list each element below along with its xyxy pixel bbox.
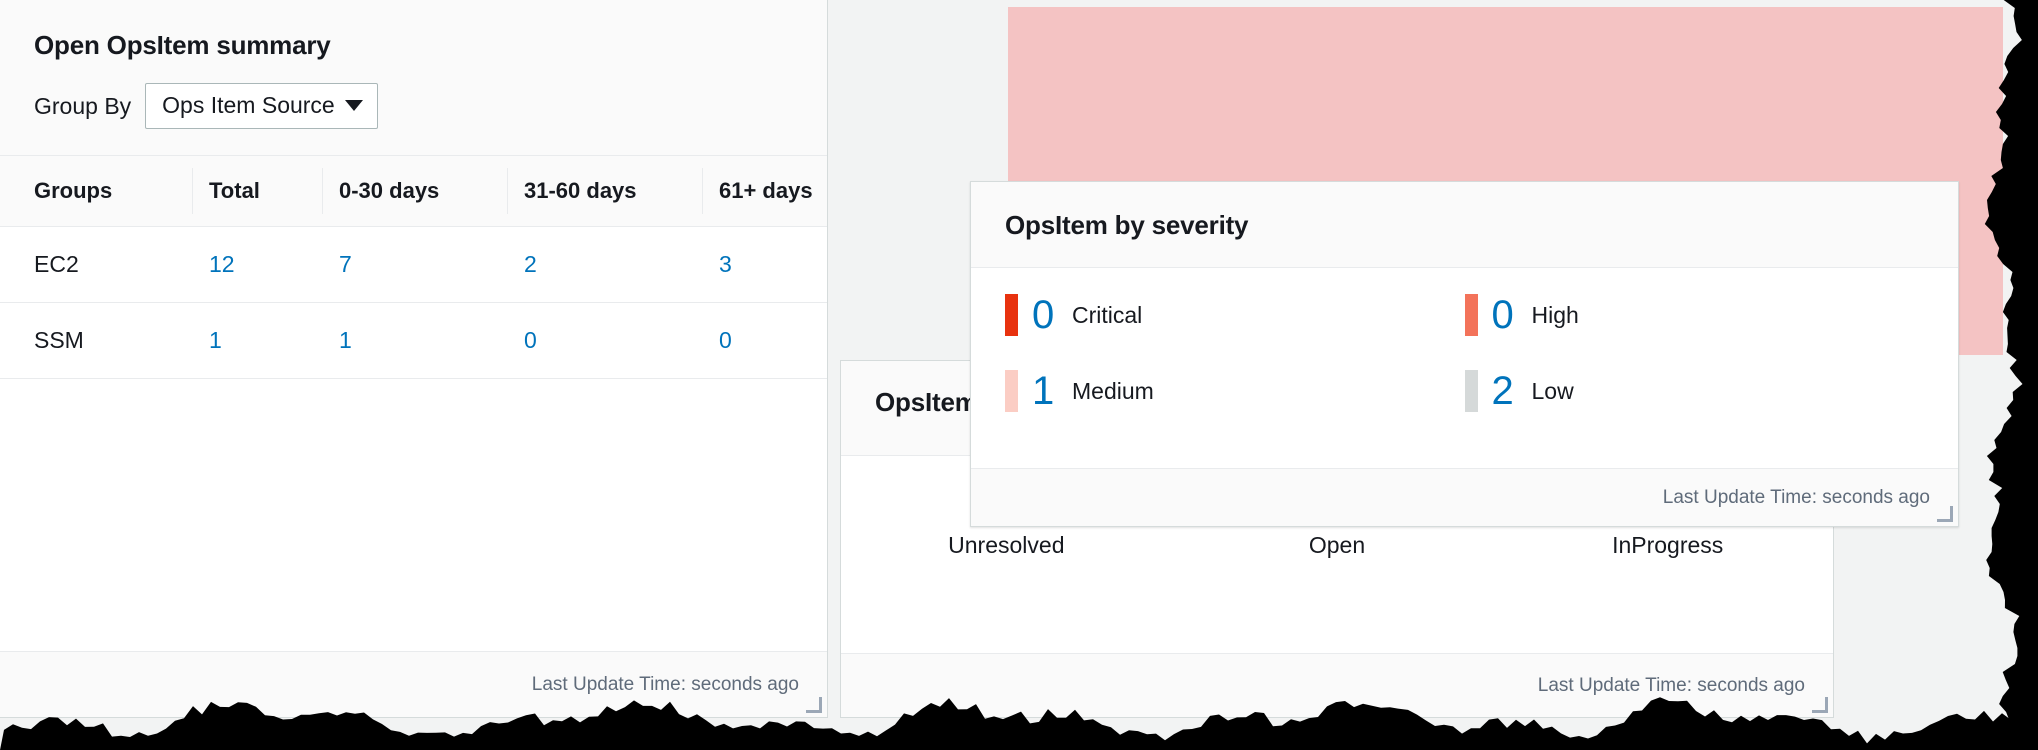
severity-color-bar-critical — [1005, 294, 1018, 336]
status-card-footer: Last Update Time: seconds ago — [841, 653, 1833, 717]
table-row: SSM 1 1 0 0 — [0, 302, 827, 379]
table-header-row: Groups Total 0-30 days 31-60 days 61+ da… — [0, 156, 827, 227]
severity-color-bar-medium — [1005, 370, 1018, 412]
cell-0-30-days[interactable]: 7 — [339, 226, 524, 303]
stat-label: Open — [1308, 532, 1366, 558]
cell-31-60-days[interactable]: 0 — [524, 302, 719, 379]
cell-61-plus-days[interactable]: 3 — [719, 226, 827, 303]
group-by-row: Group By Ops Item Source — [34, 83, 793, 129]
severity-label-critical: Critical — [1072, 301, 1143, 328]
column-header-groups: Groups — [0, 156, 209, 227]
severity-count-high: 0 — [1491, 293, 1514, 337]
cell-31-60-days[interactable]: 2 — [524, 226, 719, 303]
severity-item-critical[interactable]: 0 Critical — [1005, 294, 1465, 336]
severity-card-body: 0 Critical 0 High 1 Medium 2 Low — [971, 268, 1958, 468]
severity-count-low: 2 — [1491, 369, 1514, 413]
open-opsitem-summary-card: Open OpsItem summary Group By Ops Item S… — [0, 0, 828, 718]
severity-label-low: Low — [1531, 377, 1574, 404]
column-header-total: Total — [192, 156, 339, 227]
group-by-select[interactable]: Ops Item Source — [145, 83, 378, 129]
severity-label-medium: Medium — [1072, 377, 1154, 404]
column-header-0-30-days: 0-30 days — [322, 156, 524, 227]
severity-card-footer: Last Update Time: seconds ago — [971, 468, 1958, 526]
chevron-down-icon — [344, 100, 363, 111]
severity-card-header: OpsItem by severity — [971, 182, 1958, 268]
opsitem-by-severity-card: OpsItem by severity 0 Critical 0 High 1 … — [970, 181, 1959, 527]
opsitem-summary-table: Groups Total 0-30 days 31-60 days 61+ da… — [0, 156, 827, 379]
dashboard-root: Open OpsItem summary Group By Ops Item S… — [0, 0, 2038, 750]
summary-table-body: Groups Total 0-30 days 31-60 days 61+ da… — [0, 156, 827, 651]
cell-total[interactable]: 12 — [209, 226, 339, 303]
last-update-time: Last Update Time: seconds ago — [1537, 674, 1805, 696]
group-by-selected-value: Ops Item Source — [162, 92, 335, 118]
stat-label: Unresolved — [948, 532, 1065, 558]
summary-card-header: Open OpsItem summary Group By Ops Item S… — [0, 0, 827, 156]
cell-0-30-days[interactable]: 1 — [339, 302, 524, 379]
severity-item-high[interactable]: 0 High — [1464, 293, 1925, 337]
severity-item-medium[interactable]: 1 Medium — [1005, 370, 1465, 412]
page-title: Open OpsItem summary — [34, 30, 331, 60]
resize-handle-icon[interactable] — [806, 697, 822, 713]
last-update-time: Last Update Time: seconds ago — [1662, 486, 1930, 508]
severity-label-high: High — [1531, 301, 1579, 328]
table-row: EC2 12 7 2 3 — [0, 226, 827, 303]
cell-group-name: EC2 — [0, 226, 209, 303]
severity-color-bar-low — [1464, 370, 1478, 412]
column-header-31-60-days: 31-60 days — [507, 156, 719, 227]
severity-item-low[interactable]: 2 Low — [1464, 369, 1925, 413]
severity-card-title: OpsItem by severity — [1005, 210, 1249, 240]
cell-group-name: SSM — [0, 302, 209, 379]
summary-card-footer: Last Update Time: seconds ago — [0, 651, 827, 717]
severity-count-critical: 0 — [1032, 293, 1055, 337]
column-header-61-plus-days: 61+ days — [702, 156, 827, 227]
resize-handle-icon[interactable] — [1937, 506, 1953, 522]
cell-total[interactable]: 1 — [209, 302, 339, 379]
severity-color-bar-high — [1464, 294, 1478, 336]
severity-count-medium: 1 — [1032, 369, 1055, 413]
resize-handle-icon[interactable] — [1812, 697, 1828, 713]
cell-61-plus-days[interactable]: 0 — [719, 302, 827, 379]
last-update-time: Last Update Time: seconds ago — [531, 673, 799, 695]
stat-label: InProgress — [1612, 532, 1724, 558]
group-by-label: Group By — [34, 92, 132, 119]
